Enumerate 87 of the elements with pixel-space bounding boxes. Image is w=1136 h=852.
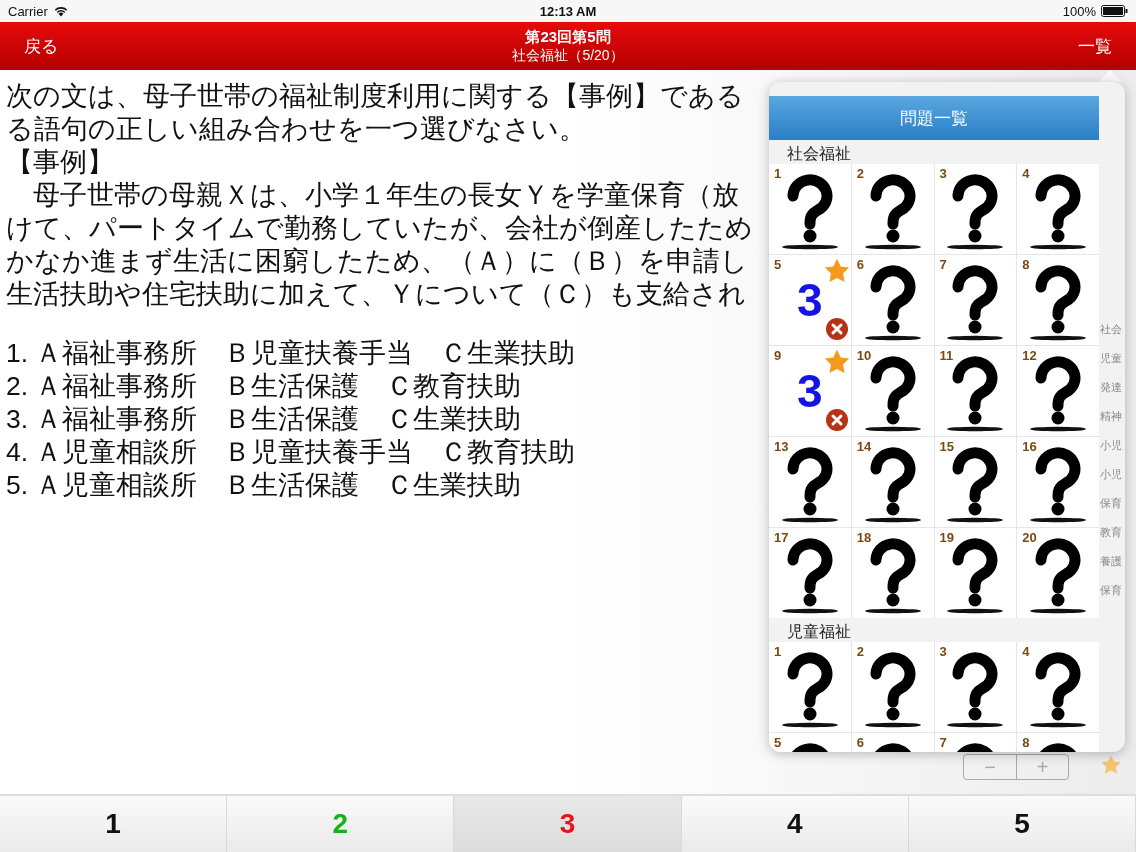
question-text-line: けて、パートタイムで勤務していたが、会社が倒産したため	[6, 212, 754, 245]
question-cell[interactable]: 1	[769, 164, 851, 254]
question-number: 2	[856, 644, 864, 659]
question-number: 3	[939, 644, 947, 659]
question-number: 7	[939, 735, 947, 750]
question-cell[interactable]: 5	[769, 733, 851, 752]
question-cell[interactable]: 4	[1017, 164, 1099, 254]
question-number: 9	[774, 348, 782, 363]
answer-number: 3	[797, 273, 823, 327]
nav-subtitle: 社会福祉（5/20）	[512, 46, 624, 65]
star-icon[interactable]	[1100, 754, 1122, 776]
question-text-line: かなか進まず生活に困窮したため、（Ａ）に（Ｂ）を申請し	[6, 245, 749, 278]
question-number: 5	[774, 257, 782, 272]
question-text-line: 生活扶助や住宅扶助に加えて、Ｙについて（Ｃ）も支給され	[6, 278, 747, 311]
answer-button[interactable]: 3	[454, 796, 682, 852]
question-number: 18	[856, 530, 872, 545]
question-number: 8	[1022, 257, 1030, 272]
question-cell[interactable]: 7	[934, 255, 1017, 345]
question-number: 11	[939, 348, 954, 363]
question-text-line: 次の文は、母子世帯の福祉制度利用に関する【事例】である	[6, 80, 745, 113]
answer-button[interactable]: 4	[681, 796, 909, 852]
question-cell[interactable]: 4	[1017, 642, 1099, 732]
question-number: 17	[774, 530, 789, 545]
nav-title: 第23回第5問	[525, 27, 611, 47]
question-cell[interactable]: 3	[934, 164, 1017, 254]
question-number: 19	[939, 530, 954, 545]
answer-button[interactable]: 1	[0, 796, 228, 852]
question-cell[interactable]: 10	[851, 346, 934, 436]
question-cell[interactable]: 11	[934, 346, 1017, 436]
question-cell[interactable]: 2	[851, 164, 934, 254]
question-number: 7	[939, 257, 947, 272]
answer-option: 1. Ａ福祉事務所 Ｂ児童扶養手当 Ｃ生業扶助	[6, 337, 768, 370]
question-number: 6	[856, 735, 864, 750]
section-header: 社会福祉	[786, 144, 852, 164]
carrier-label: Carrier	[8, 3, 48, 19]
battery-percent: 100%	[1062, 3, 1096, 19]
answer-number: 3	[797, 364, 823, 418]
question-number: 4	[1022, 166, 1030, 181]
battery-icon	[1101, 5, 1128, 17]
question-cell[interactable]: 3	[934, 642, 1017, 732]
answer-option: 3. Ａ福祉事務所 Ｂ生活保護 Ｃ生業扶助	[6, 403, 768, 436]
question-cell[interactable]: 5 3	[769, 255, 851, 345]
answer-button[interactable]: 5	[908, 796, 1136, 852]
list-button[interactable]: 一覧	[1054, 22, 1136, 70]
answer-option: 4. Ａ児童相談所 Ｂ児童扶養手当 Ｃ教育扶助	[6, 436, 768, 469]
question-cell[interactable]: 16	[1017, 437, 1099, 527]
question-number: 6	[856, 257, 864, 272]
answer-option: 2. Ａ福祉事務所 Ｂ生活保護 Ｃ教育扶助	[6, 370, 768, 403]
question-number: 8	[1022, 735, 1030, 750]
question-number: 13	[774, 439, 789, 454]
question-number: 1	[774, 644, 782, 659]
answer-option: 5. Ａ児童相談所 Ｂ生活保護 Ｃ生業扶助	[6, 469, 768, 502]
question-text-line: 【事例】	[6, 146, 115, 179]
question-number: 5	[774, 735, 782, 750]
status-time: 12:13 AM	[539, 3, 597, 19]
question-number: 14	[856, 439, 872, 454]
question-cell[interactable]: 6	[851, 733, 934, 752]
question-number: 15	[939, 439, 954, 454]
question-number: 4	[1022, 644, 1030, 659]
popover-title: 問題一覧	[900, 107, 968, 130]
question-cell[interactable]: 17	[769, 528, 851, 618]
question-cell[interactable]: 13	[769, 437, 851, 527]
question-cell[interactable]: 1	[769, 642, 851, 732]
wifi-icon	[52, 5, 69, 17]
question-cell[interactable]: 9 3	[769, 346, 851, 436]
question-cell[interactable]: 8	[1017, 255, 1099, 345]
back-button[interactable]: 戻る	[0, 22, 82, 70]
section-header: 児童福祉	[786, 622, 852, 642]
question-number: 20	[1022, 530, 1037, 545]
question-text-line: 母子世帯の母親Ｘは、小学１年生の長女Ｙを学童保育（放	[32, 179, 740, 212]
question-cell[interactable]: 12	[1017, 346, 1099, 436]
question-number: 1	[774, 166, 782, 181]
question-cell[interactable]: 19	[934, 528, 1017, 618]
question-number: 12	[1022, 348, 1037, 363]
question-cell[interactable]: 18	[851, 528, 934, 618]
question-cell[interactable]: 6	[851, 255, 934, 345]
question-number: 2	[856, 166, 864, 181]
question-number: 16	[1022, 439, 1037, 454]
question-cell[interactable]: 7	[934, 733, 1017, 752]
question-cell[interactable]: 8	[1017, 733, 1099, 752]
question-cell[interactable]: 15	[934, 437, 1017, 527]
question-text-line: る語句の正しい組み合わせを一つ選びなさい。	[6, 113, 587, 146]
question-cell[interactable]: 2	[851, 642, 934, 732]
question-cell[interactable]: 14	[851, 437, 934, 527]
question-number: 10	[856, 348, 872, 363]
question-cell[interactable]: 20	[1017, 528, 1099, 618]
question-number: 3	[939, 166, 947, 181]
